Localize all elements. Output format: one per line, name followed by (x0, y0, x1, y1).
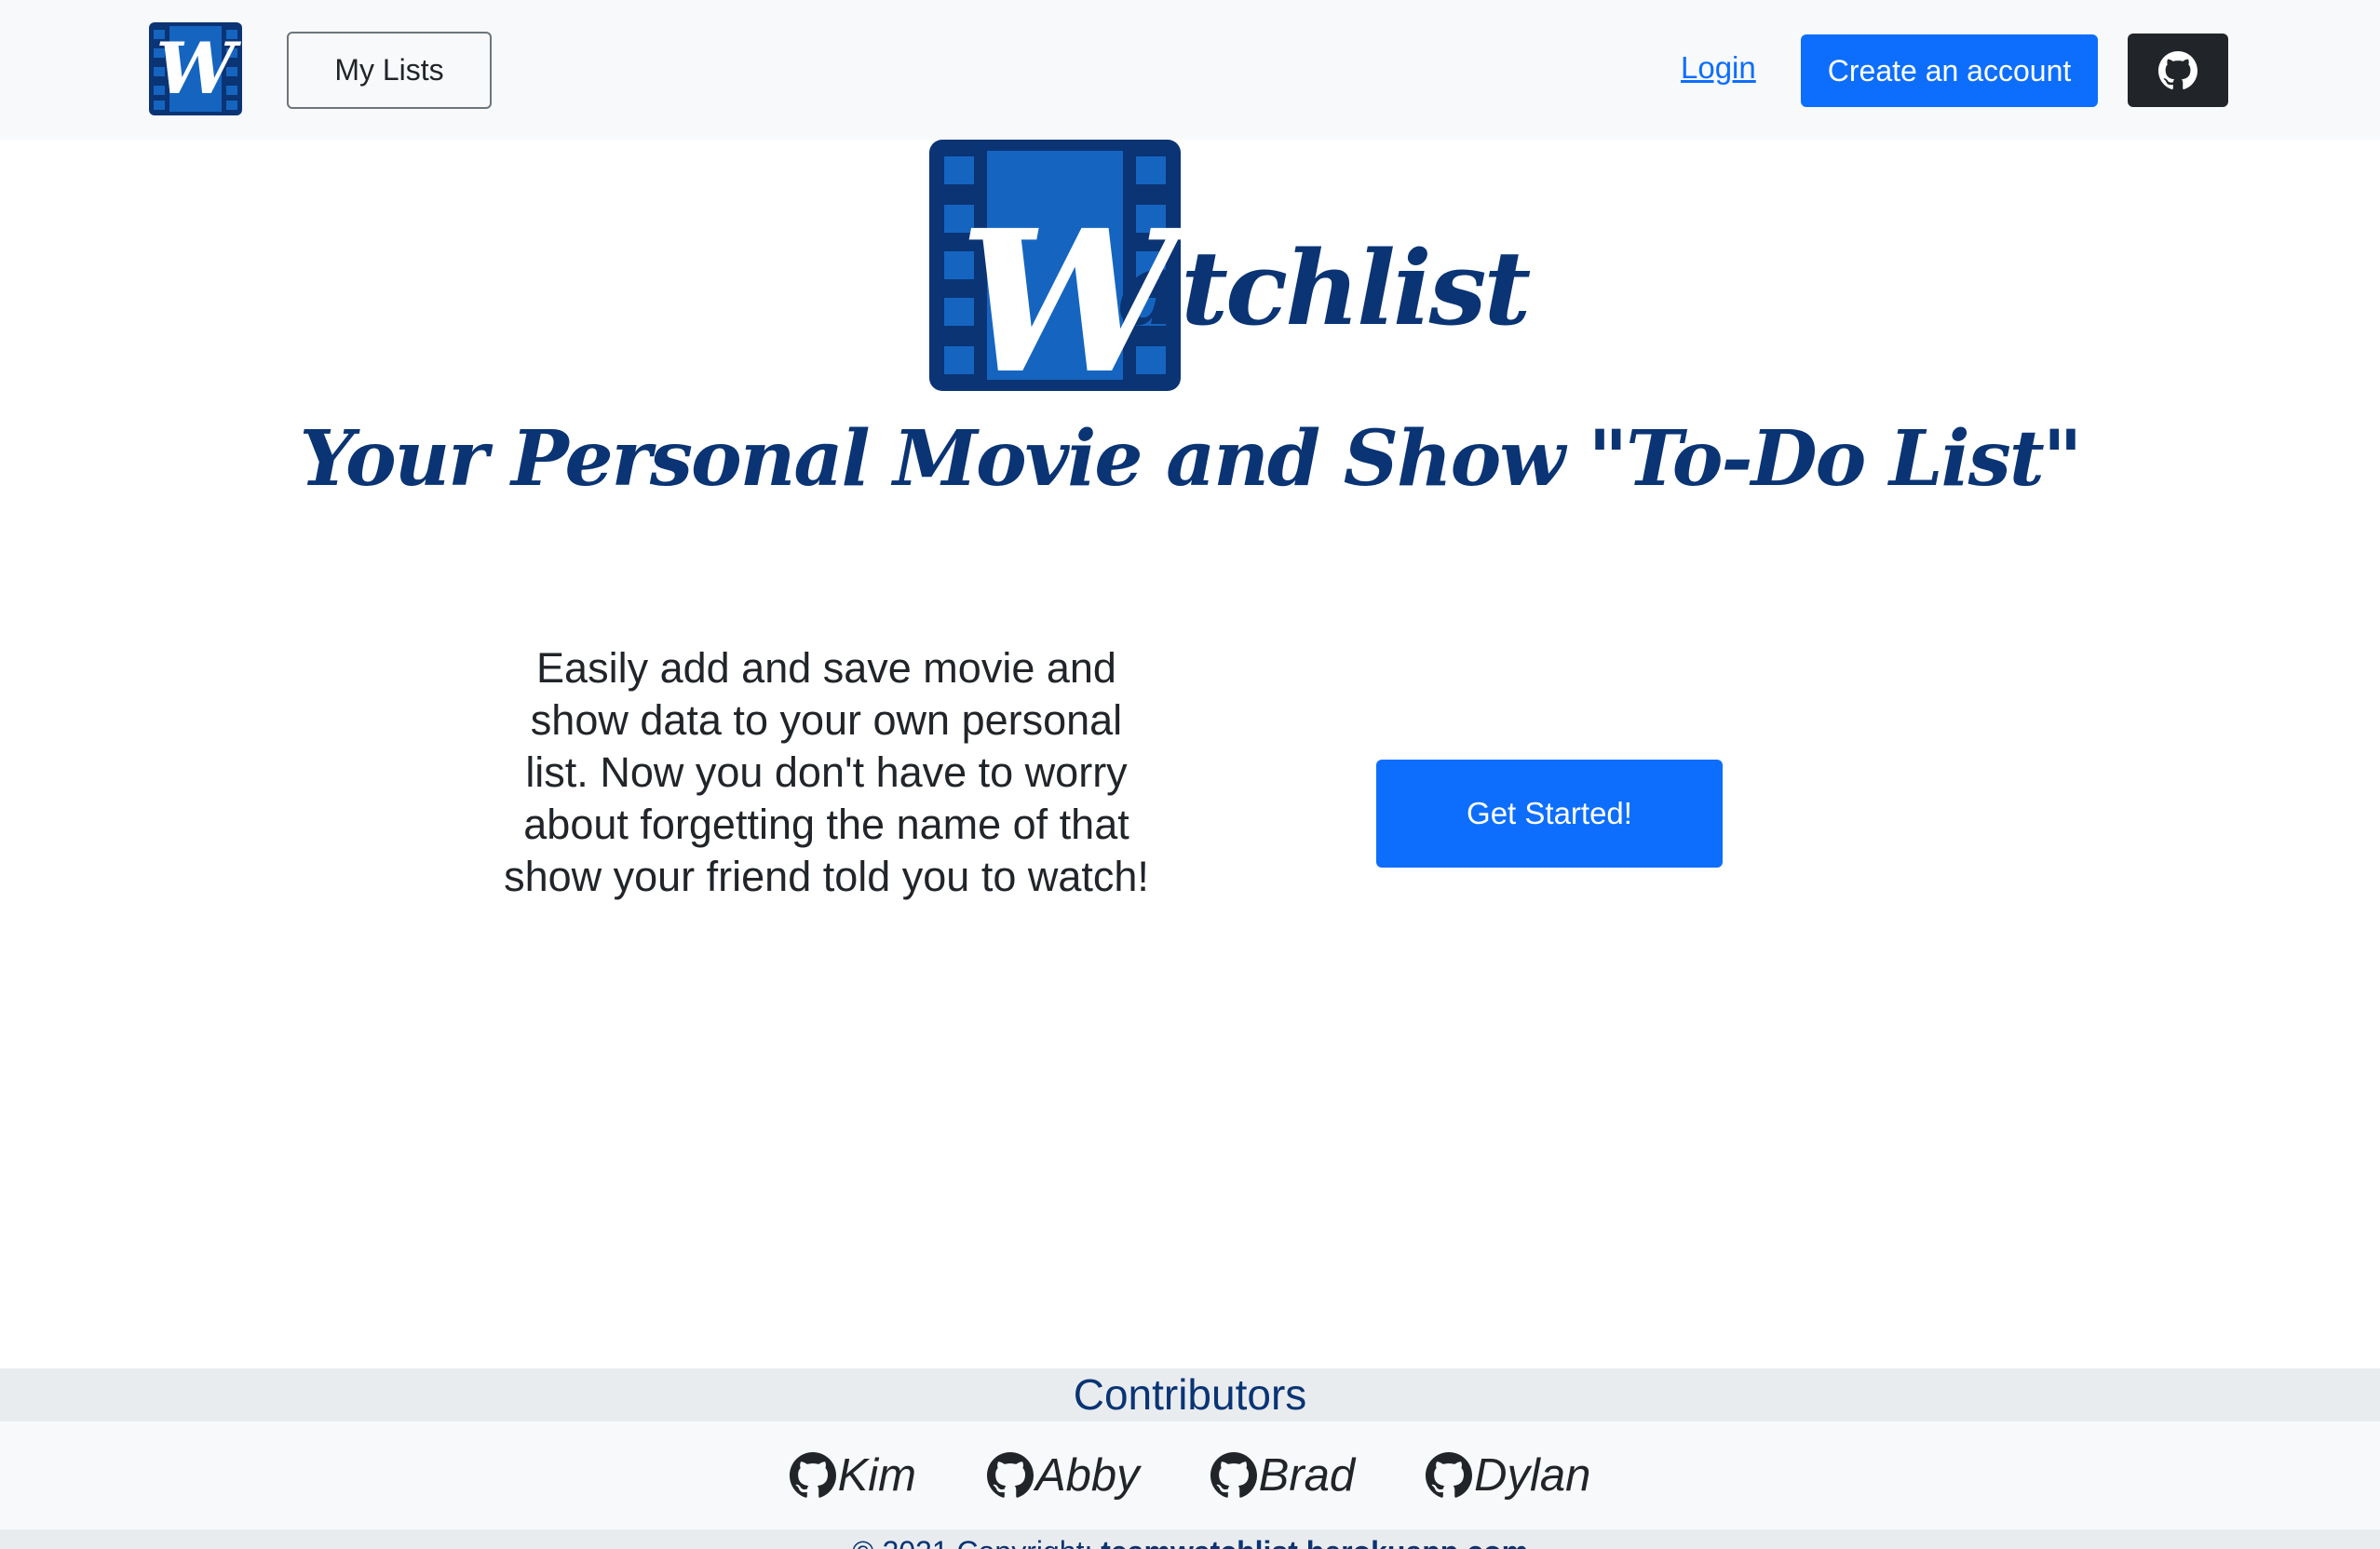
github-icon (1210, 1452, 1257, 1498)
contributor-link-dylan[interactable]: Dylan (1426, 1449, 1590, 1502)
login-link[interactable]: Login (1681, 50, 1756, 86)
brand-logo[interactable]: W (149, 22, 242, 115)
top-navbar: W My Lists Login Create an account (0, 0, 2380, 140)
wordmark-rest: atchlist (1117, 228, 1531, 348)
watchlist-wordmark: Watchlist (959, 205, 1531, 400)
wordmark-initial: W (959, 187, 1179, 417)
contributor-name: Brad (1258, 1450, 1356, 1501)
github-icon (789, 1452, 836, 1498)
copyright-bar: © 2021 Copyright: teamwatchlist.herokuap… (0, 1529, 2380, 1549)
copyright-prefix: © 2021 Copyright: (852, 1535, 1101, 1549)
copyright-site-link[interactable]: teamwatchlist.herokuapp.com (1101, 1535, 1528, 1549)
contributor-link-abby[interactable]: Abby (986, 1449, 1140, 1502)
my-lists-button[interactable]: My Lists (287, 32, 492, 109)
page-tagline: Your Personal Movie and Show "To-Do List… (299, 414, 2083, 504)
contributor-name: Kim (837, 1450, 916, 1501)
create-account-button[interactable]: Create an account (1801, 34, 2098, 107)
github-icon (2158, 50, 2197, 89)
get-started-button[interactable]: Get Started! (1376, 760, 1723, 868)
contributors-heading: Contributors (0, 1368, 2380, 1421)
contributors-list: Kim Abby Brad Dylan (0, 1421, 2380, 1529)
github-icon (1426, 1452, 1473, 1498)
brand-logo-letter: W (156, 27, 241, 110)
contributor-name: Dylan (1474, 1450, 1591, 1501)
github-icon (986, 1452, 1034, 1498)
copyright-text: © 2021 Copyright: teamwatchlist.herokuap… (852, 1535, 1528, 1549)
contributor-link-brad[interactable]: Brad (1210, 1449, 1356, 1502)
github-button[interactable] (2128, 34, 2228, 107)
contributor-link-kim[interactable]: Kim (789, 1449, 916, 1502)
contributor-name: Abby (1034, 1450, 1140, 1501)
hero-description: Easily add and save movie and show data … (504, 644, 1149, 900)
